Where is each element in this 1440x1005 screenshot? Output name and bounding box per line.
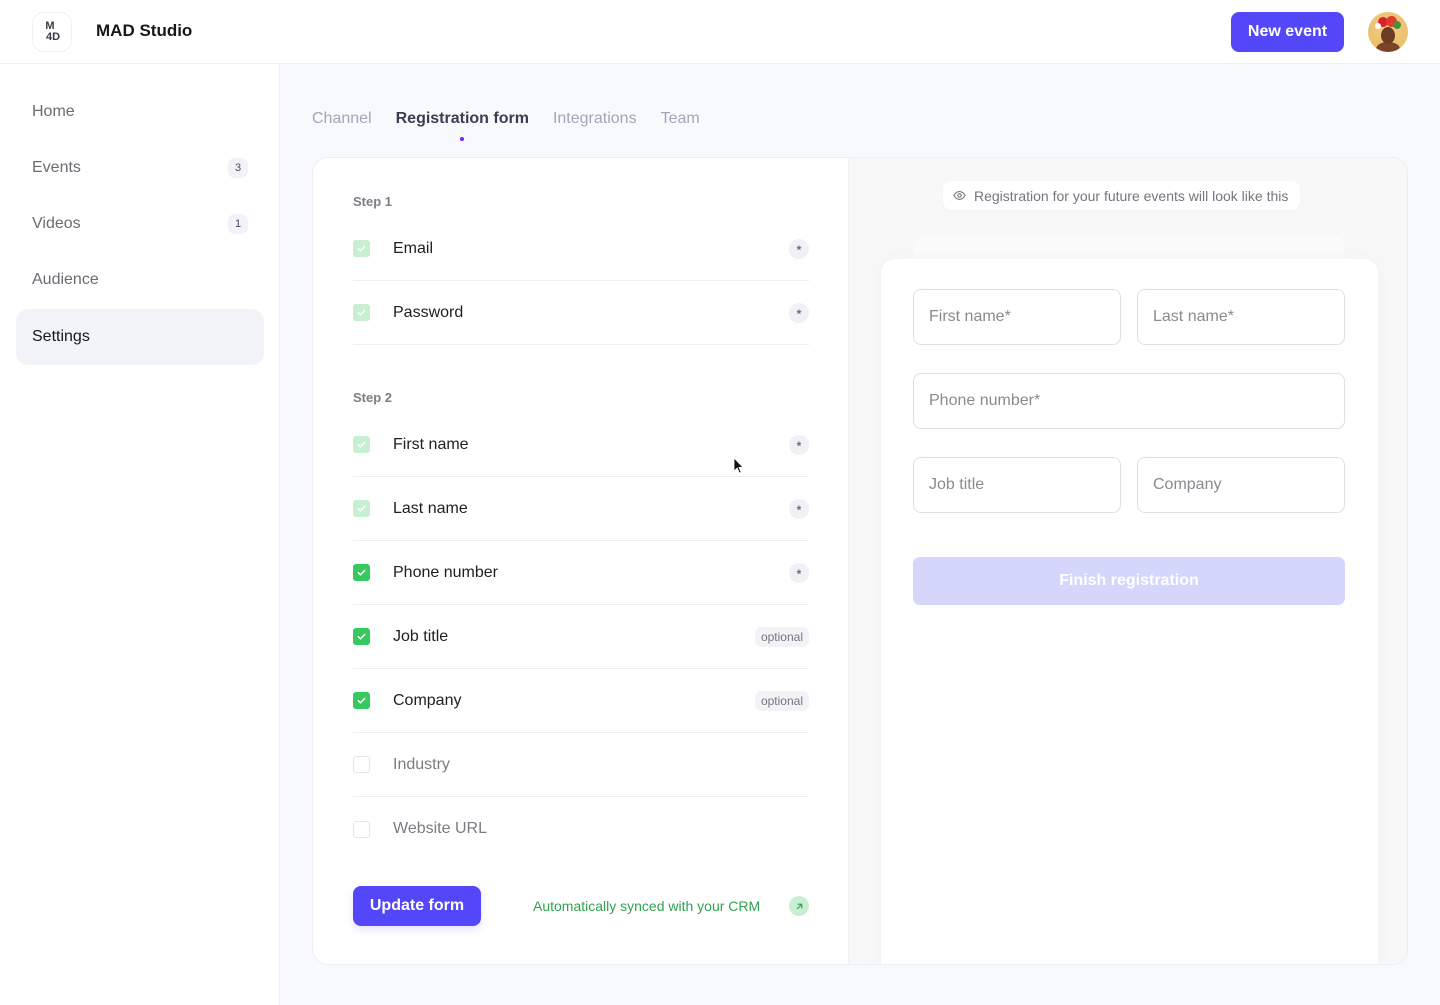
field-label: Password xyxy=(393,303,464,321)
brand-name: MAD Studio xyxy=(96,21,193,40)
sidebar-item-settings[interactable]: Settings xyxy=(16,309,264,365)
first-name-input[interactable] xyxy=(913,289,1121,345)
field-row-last-name: Last name * xyxy=(353,477,809,541)
avatar-flower xyxy=(1375,23,1381,29)
job-title-input[interactable] xyxy=(913,457,1121,513)
sidebar-item-label: Events xyxy=(32,159,81,176)
sidebar: Home Events 3 Videos 1 Audience Settings xyxy=(0,64,280,1005)
field-label: First name xyxy=(393,435,469,453)
preview-registration-form: Finish registration xyxy=(881,259,1378,964)
form-preview: Registration for your future events will… xyxy=(848,158,1407,964)
checkbox-locked xyxy=(353,304,370,321)
check-icon xyxy=(357,441,366,448)
field-row-phone-number: Phone number * xyxy=(353,541,809,605)
tab-channel[interactable]: Channel xyxy=(312,110,372,128)
logo-line-1: M xyxy=(45,20,55,32)
checkbox-job-title[interactable] xyxy=(353,628,370,645)
check-icon xyxy=(357,697,366,704)
required-toggle[interactable]: * xyxy=(789,562,809,583)
sidebar-item-label: Audience xyxy=(32,271,99,288)
sidebar-item-audience[interactable]: Audience xyxy=(16,252,264,308)
registration-form-card: Step 1 Email * Password * Step 2 First n… xyxy=(312,157,1408,965)
arrow-up-right-icon[interactable] xyxy=(789,896,809,916)
avatar-face xyxy=(1381,27,1395,44)
count-badge: 1 xyxy=(228,214,248,234)
sidebar-item-events[interactable]: Events 3 xyxy=(16,140,264,196)
optional-toggle[interactable]: optional xyxy=(754,626,809,647)
field-label: Industry xyxy=(393,755,450,773)
field-row-email: Email * xyxy=(353,217,809,281)
checkbox-locked xyxy=(353,240,370,257)
checkbox-phone-number[interactable] xyxy=(353,564,370,581)
check-icon xyxy=(357,245,366,252)
logo-line-2: 4D xyxy=(45,31,61,43)
update-form-button[interactable]: Update form xyxy=(353,886,481,926)
finish-registration-button[interactable]: Finish registration xyxy=(913,557,1345,605)
field-row-password: Password * xyxy=(353,281,809,345)
check-icon xyxy=(357,505,366,512)
checkbox-locked xyxy=(353,436,370,453)
new-event-button[interactable]: New event xyxy=(1231,12,1344,52)
field-row-company: Company optional xyxy=(353,669,809,733)
tab-registration-form[interactable]: Registration form xyxy=(396,110,529,141)
settings-tabs: Channel Registration form Integrations T… xyxy=(312,110,700,141)
logo[interactable]: M 4D xyxy=(32,12,72,52)
field-label: Company xyxy=(393,691,462,709)
field-label: Last name xyxy=(393,499,468,517)
check-icon xyxy=(357,309,366,316)
sidebar-item-label: Videos xyxy=(32,215,81,232)
avatar-leaf xyxy=(1393,21,1401,29)
checkbox-website-url[interactable] xyxy=(353,820,370,838)
field-label: Website URL xyxy=(393,820,487,837)
tab-team[interactable]: Team xyxy=(661,110,700,128)
last-name-input[interactable] xyxy=(1137,289,1345,345)
step-2-heading: Step 2 xyxy=(353,390,393,405)
check-icon xyxy=(357,569,366,576)
sidebar-item-home[interactable]: Home xyxy=(16,84,264,140)
required-badge: * xyxy=(789,434,809,455)
preview-note: Registration for your future events will… xyxy=(943,181,1301,210)
top-bar: M 4D MAD Studio New event xyxy=(0,0,1440,64)
form-builder: Step 1 Email * Password * Step 2 First n… xyxy=(313,158,848,964)
field-row-industry: Industry xyxy=(353,733,809,797)
checkbox-industry[interactable] xyxy=(353,756,370,773)
crm-sync-link[interactable]: Automatically synced with your CRM xyxy=(533,898,760,914)
sidebar-item-label: Settings xyxy=(32,328,90,345)
sidebar-item-label: Home xyxy=(32,103,75,120)
checkbox-company[interactable] xyxy=(353,692,370,709)
preview-note-text: Registration for your future events will… xyxy=(974,187,1289,204)
field-label: Phone number xyxy=(393,563,498,581)
tab-integrations[interactable]: Integrations xyxy=(553,110,637,128)
required-badge: * xyxy=(789,302,809,323)
sidebar-item-videos[interactable]: Videos 1 xyxy=(16,196,264,252)
required-badge: * xyxy=(789,238,809,259)
checkbox-locked xyxy=(353,500,370,517)
phone-number-input[interactable] xyxy=(913,373,1345,429)
eye-icon xyxy=(953,191,966,200)
mouse-cursor-icon xyxy=(733,457,744,474)
check-icon xyxy=(357,633,366,640)
field-label: Job title xyxy=(393,627,449,645)
company-input[interactable] xyxy=(1137,457,1345,513)
count-badge: 3 xyxy=(228,158,248,178)
step-1-heading: Step 1 xyxy=(353,194,393,209)
field-row-website-url: Website URL xyxy=(353,797,809,861)
optional-toggle[interactable]: optional xyxy=(754,690,809,711)
field-row-job-title: Job title optional xyxy=(353,605,809,669)
required-badge: * xyxy=(789,498,809,519)
field-label: Email xyxy=(393,239,434,257)
avatar[interactable] xyxy=(1368,12,1408,52)
